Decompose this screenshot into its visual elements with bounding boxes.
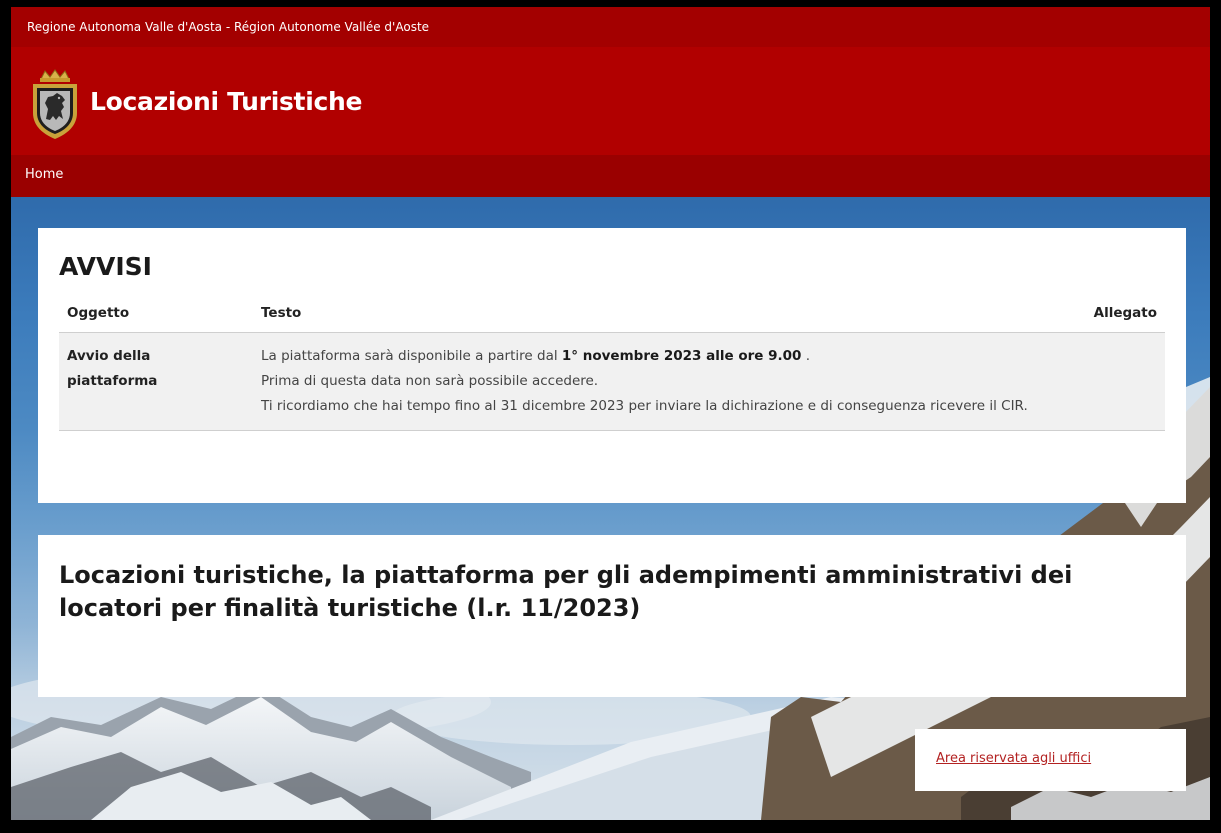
notices-panel: AVVISI Oggetto Testo Allegato Avvio dell…	[38, 228, 1186, 503]
notice-text: La piattaforma sarà disponibile a partir…	[253, 332, 1082, 431]
region-bar: Regione Autonoma Valle d'Aosta - Région …	[11, 7, 1210, 47]
site-header: Locazioni Turistiche	[11, 47, 1210, 155]
intro-panel: Locazioni turistiche, la piattaforma per…	[38, 535, 1186, 697]
coat-of-arms-icon[interactable]	[29, 69, 81, 141]
reserved-area-panel: Area riservata agli uffici	[915, 729, 1186, 791]
region-name[interactable]: Regione Autonoma Valle d'Aosta - Région …	[27, 20, 429, 34]
notice-text-line1: La piattaforma sarà disponibile a partir…	[261, 348, 558, 364]
column-header-oggetto: Oggetto	[59, 294, 253, 333]
notice-attachment	[1081, 332, 1165, 431]
notices-table: Oggetto Testo Allegato Avvio della piatt…	[59, 294, 1165, 431]
intro-title: Locazioni turistiche, la piattaforma per…	[59, 561, 1073, 622]
browser-viewport: Regione Autonoma Valle d'Aosta - Région …	[11, 7, 1210, 820]
notice-date-highlight: 1° novembre 2023 alle ore 9.00	[561, 348, 802, 364]
column-header-allegato: Allegato	[1081, 294, 1165, 333]
notice-text-line1-end: .	[805, 348, 811, 364]
nav-home-link[interactable]: Home	[25, 155, 63, 195]
notice-text-line3: Ti ricordiamo che hai tempo fino al 31 d…	[261, 398, 1028, 414]
notice-subject: Avvio della piattaforma	[59, 332, 253, 431]
main-nav: Home	[11, 155, 1210, 197]
notices-title: AVVISI	[59, 252, 152, 281]
table-header-row: Oggetto Testo Allegato	[59, 294, 1165, 333]
column-header-testo: Testo	[253, 294, 1082, 333]
reserved-area-link[interactable]: Area riservata agli uffici	[936, 751, 1091, 766]
notice-text-line2: Prima di questa data non sarà possibile …	[261, 373, 599, 389]
site-title[interactable]: Locazioni Turistiche	[90, 87, 362, 116]
table-row: Avvio della piattaforma La piattaforma s…	[59, 332, 1165, 431]
